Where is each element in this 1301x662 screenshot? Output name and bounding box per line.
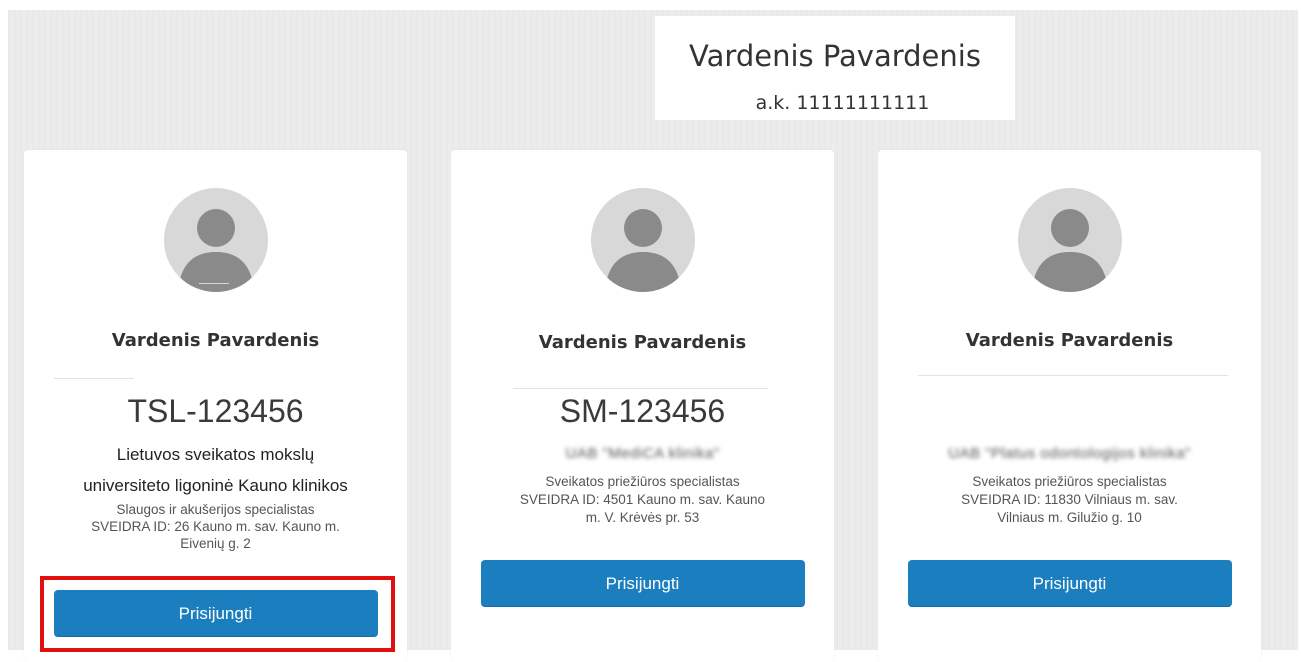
- sveidra-line-1: SVEIDRA ID: 11830 Vilniaus m. sav.: [961, 492, 1178, 507]
- avatar-icon: [1017, 188, 1122, 292]
- divider: [918, 375, 1228, 376]
- divider: [54, 378, 134, 379]
- highlight-frame: [40, 576, 395, 652]
- specialty: Sveikatos priežiūros specialistas: [545, 474, 740, 489]
- avatar-icon: [163, 188, 268, 292]
- specialist-name: Vardenis Pavardenis: [965, 330, 1174, 351]
- divider: [199, 283, 229, 284]
- login-button[interactable]: Prisijungti: [480, 560, 805, 607]
- specialist-card-2: Vardenis Pavardenis SM-123456 UAB "MediC…: [451, 150, 834, 662]
- avatar-icon: [590, 188, 695, 292]
- patient-name: Vardenis Pavardenis: [689, 39, 981, 73]
- sveidra-line-1: SVEIDRA ID: 26 Kauno m. sav. Kauno m.: [91, 519, 340, 534]
- specialist-card-3: Vardenis Pavardenis UAB "Platus odontolo…: [878, 150, 1261, 662]
- login-button[interactable]: Prisijungti: [907, 560, 1232, 607]
- specialist-name: Vardenis Pavardenis: [111, 330, 320, 351]
- divider: [513, 388, 768, 389]
- patient-personal-code: a.k. 11111111111: [755, 92, 930, 114]
- specialty: Slaugos ir akušerijos specialistas: [116, 502, 315, 517]
- patient-header: Vardenis Pavardenis a.k. 11111111111: [655, 16, 1015, 120]
- sveidra-line-2: Vilniaus m. Gilužio g. 10: [997, 510, 1142, 525]
- institution-name-blurred: UAB "Platus odontologijos klinika": [948, 445, 1191, 462]
- license-number: TSL-123456: [127, 393, 304, 429]
- license-number: SM-123456: [559, 393, 726, 429]
- institution-name-blurred: UAB "MediCA klinika": [565, 445, 720, 462]
- sveidra-line-2: m. V. Krėvės pr. 53: [585, 510, 700, 525]
- sveidra-line-2: Eivenių g. 2: [180, 536, 251, 551]
- sveidra-line-1: SVEIDRA ID: 4501 Kauno m. sav. Kauno: [519, 492, 766, 507]
- specialty: Sveikatos priežiūros specialistas: [972, 474, 1167, 489]
- specialist-name: Vardenis Pavardenis: [538, 332, 747, 353]
- institution-line-1: Lietuvos sveikatos mokslų: [116, 445, 315, 464]
- institution-line-2: universiteto ligoninė Kauno klinikos: [83, 476, 348, 495]
